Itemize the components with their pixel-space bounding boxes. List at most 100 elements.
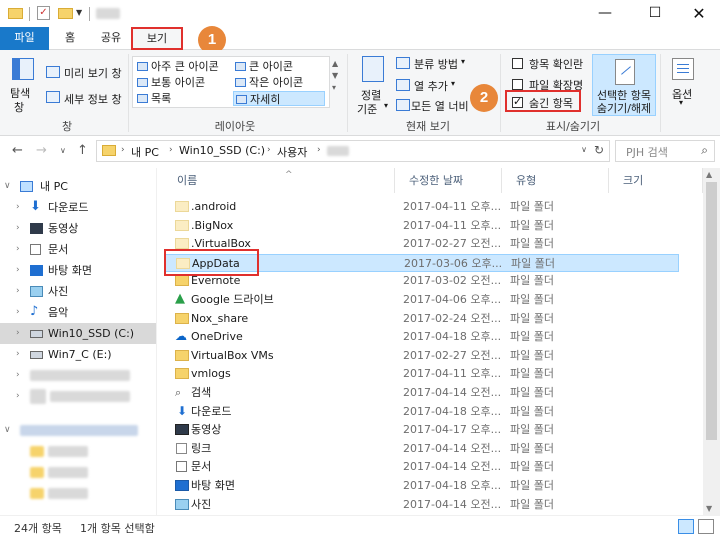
file-row[interactable]: .BigNox 2017-04-11 오후... 파일 폴더	[165, 217, 679, 236]
forward-arrow-icon[interactable]: →	[36, 143, 47, 158]
breadcrumb-users[interactable]: 사용자	[277, 144, 307, 160]
layout-small-icons[interactable]: 작은 아이콘	[235, 75, 303, 90]
item-checkboxes-label[interactable]: 항목 확인란	[529, 56, 583, 72]
chevron-right-icon[interactable]: ›	[16, 197, 20, 218]
vertical-scrollbar[interactable]: ▲ ▼	[703, 168, 720, 515]
chevron-down-icon[interactable]: ▾	[461, 57, 465, 66]
scroll-down-icon[interactable]: ▼	[706, 504, 712, 513]
add-column-icon[interactable]	[396, 79, 410, 91]
chevron-right-icon[interactable]: ›	[16, 260, 20, 281]
chevron-right-icon[interactable]: ›	[16, 302, 20, 323]
nav-item-pictures[interactable]: › 사진	[0, 281, 156, 302]
maximize-button[interactable]: ☐	[632, 0, 678, 27]
file-row[interactable]: .android 2017-04-11 오후... 파일 폴더	[165, 198, 679, 217]
column-header-size[interactable]: 크기	[609, 168, 703, 193]
item-checkboxes-checkbox[interactable]	[512, 58, 523, 69]
tab-view[interactable]: 보기	[131, 27, 183, 50]
tab-home[interactable]: 홈	[52, 27, 88, 50]
layout-medium-icons[interactable]: 보통 아이콘	[137, 75, 205, 90]
nav-item-redacted[interactable]	[0, 462, 156, 483]
back-arrow-icon[interactable]: ←	[12, 143, 23, 158]
group-by-button[interactable]: 분류 방법	[414, 56, 458, 72]
close-button[interactable]: ✕	[676, 0, 720, 27]
chevron-down-icon[interactable]: ▾	[451, 79, 455, 88]
column-header-type[interactable]: 유형	[502, 168, 609, 193]
chevron-down-icon[interactable]: ▾	[384, 101, 388, 110]
layout-scroll-icon[interactable]: ▲ ▼ ▾	[332, 58, 338, 94]
file-row[interactable]: ⬇ 다운로드 2017-04-18 오후... 파일 폴더	[165, 403, 679, 422]
chevron-right-icon[interactable]: ›	[16, 323, 20, 344]
nav-item-videos[interactable]: › 동영상	[0, 218, 156, 239]
options-icon[interactable]	[672, 58, 694, 80]
sort-by-icon[interactable]	[362, 56, 384, 82]
size-columns-icon[interactable]	[396, 99, 410, 111]
column-header-name[interactable]: 이름 ^	[163, 168, 395, 193]
tab-file[interactable]: 파일	[0, 27, 49, 50]
nav-item-downloads[interactable]: › ⬇ 다운로드	[0, 197, 156, 218]
group-by-icon[interactable]	[396, 57, 410, 69]
hide-selected-items-button[interactable]: 선택한 항목 숨기기/해제	[592, 54, 656, 116]
nav-item-redacted[interactable]: ›	[0, 365, 156, 386]
preview-pane-icon[interactable]	[46, 66, 60, 78]
properties-icon[interactable]: ✓	[37, 6, 50, 20]
details-pane-icon[interactable]	[46, 91, 60, 103]
details-view-icon[interactable]	[678, 519, 694, 534]
column-header-date[interactable]: 수정한 날짜	[395, 168, 502, 193]
refresh-icon[interactable]: ↻	[594, 143, 604, 157]
nav-item-c-drive[interactable]: › Win10_SSD (C:)	[0, 323, 156, 344]
file-row[interactable]: VirtualBox VMs 2017-02-27 오전... 파일 폴더	[165, 347, 679, 366]
chevron-expanded-icon[interactable]: ∨	[4, 420, 11, 441]
nav-item-redacted[interactable]: ›	[0, 386, 156, 407]
breadcrumb-separator-icon[interactable]: ›	[121, 145, 125, 155]
scroll-up-icon[interactable]: ▲	[706, 170, 712, 179]
sort-by-label-2[interactable]: 기준	[357, 101, 377, 117]
details-pane-button[interactable]: 세부 정보 창	[64, 91, 122, 107]
file-row[interactable]: ☁ OneDrive 2017-04-18 오후... 파일 폴더	[165, 328, 679, 347]
file-row[interactable]: 동영상 2017-04-17 오후... 파일 폴더	[165, 421, 679, 440]
file-extensions-checkbox[interactable]	[512, 79, 523, 90]
file-row[interactable]: 바탕 화면 2017-04-18 오후... 파일 폴더	[165, 477, 679, 496]
file-row[interactable]: 링크 2017-04-14 오전... 파일 폴더	[165, 440, 679, 459]
file-row[interactable]: Nox_share 2017-02-24 오전... 파일 폴더	[165, 310, 679, 329]
nav-item-music[interactable]: › ♪ 음악	[0, 302, 156, 323]
chevron-right-icon[interactable]: ›	[16, 281, 20, 302]
breadcrumb-user-redacted[interactable]	[327, 146, 349, 156]
chevron-right-icon[interactable]: ›	[16, 386, 20, 407]
tab-share[interactable]: 공유	[90, 27, 132, 50]
address-bar[interactable]: › 내 PC › Win10_SSD (C:) › 사용자 › ∨ ↻	[96, 140, 610, 162]
nav-item-redacted[interactable]	[0, 441, 156, 462]
address-dropdown-icon[interactable]: ∨	[581, 145, 587, 154]
nav-item-redacted[interactable]: ∨	[0, 420, 156, 441]
file-row[interactable]: ⌕ 검색 2017-04-14 오전... 파일 폴더	[165, 384, 679, 403]
file-row[interactable]: 사진 2017-04-14 오전... 파일 폴더	[165, 496, 679, 515]
search-icon[interactable]: ⌕	[701, 143, 708, 158]
breadcrumb-my-pc[interactable]: 내 PC	[131, 144, 159, 160]
layout-details[interactable]: 자세히	[233, 91, 325, 106]
breadcrumb-separator-icon[interactable]: ›	[317, 145, 321, 155]
navigation-pane-icon[interactable]	[12, 58, 34, 80]
chevron-right-icon[interactable]: ›	[16, 218, 20, 239]
file-row[interactable]: 문서 2017-04-14 오전... 파일 폴더	[165, 458, 679, 477]
scrollbar-thumb[interactable]	[706, 182, 717, 440]
nav-item-my-pc[interactable]: ∨ 내 PC	[0, 176, 156, 197]
search-input[interactable]: PJH 검색	[626, 144, 668, 160]
file-row[interactable]: Google 드라이브2017-04-06 오후...파일 폴더	[165, 290, 679, 310]
chevron-right-icon[interactable]: ›	[16, 239, 20, 260]
layout-list[interactable]: 목록	[137, 91, 171, 106]
add-column-button[interactable]: 열 추가	[414, 78, 448, 94]
nav-item-redacted[interactable]	[0, 483, 156, 504]
chevron-expanded-icon[interactable]: ∨	[4, 176, 11, 197]
nav-item-desktop[interactable]: › 바탕 화면	[0, 260, 156, 281]
large-icons-view-icon[interactable]	[698, 519, 714, 534]
customize-quick-access-icon[interactable]: ▼	[76, 8, 82, 22]
nav-item-e-drive[interactable]: › Win7_C (E:)	[0, 344, 156, 365]
layout-large-icons[interactable]: 큰 아이콘	[235, 59, 293, 74]
chevron-right-icon[interactable]: ›	[16, 344, 20, 365]
preview-pane-button[interactable]: 미리 보기 창	[64, 65, 122, 81]
breadcrumb-separator-icon[interactable]: ›	[169, 145, 173, 155]
chevron-down-icon[interactable]: ▾	[679, 98, 683, 107]
chevron-right-icon[interactable]: ›	[16, 365, 20, 386]
up-arrow-icon[interactable]: ↑	[77, 143, 88, 158]
navigation-pane-label-2[interactable]: 창	[14, 99, 24, 115]
search-box[interactable]: PJH 검색 ⌕	[615, 140, 715, 162]
